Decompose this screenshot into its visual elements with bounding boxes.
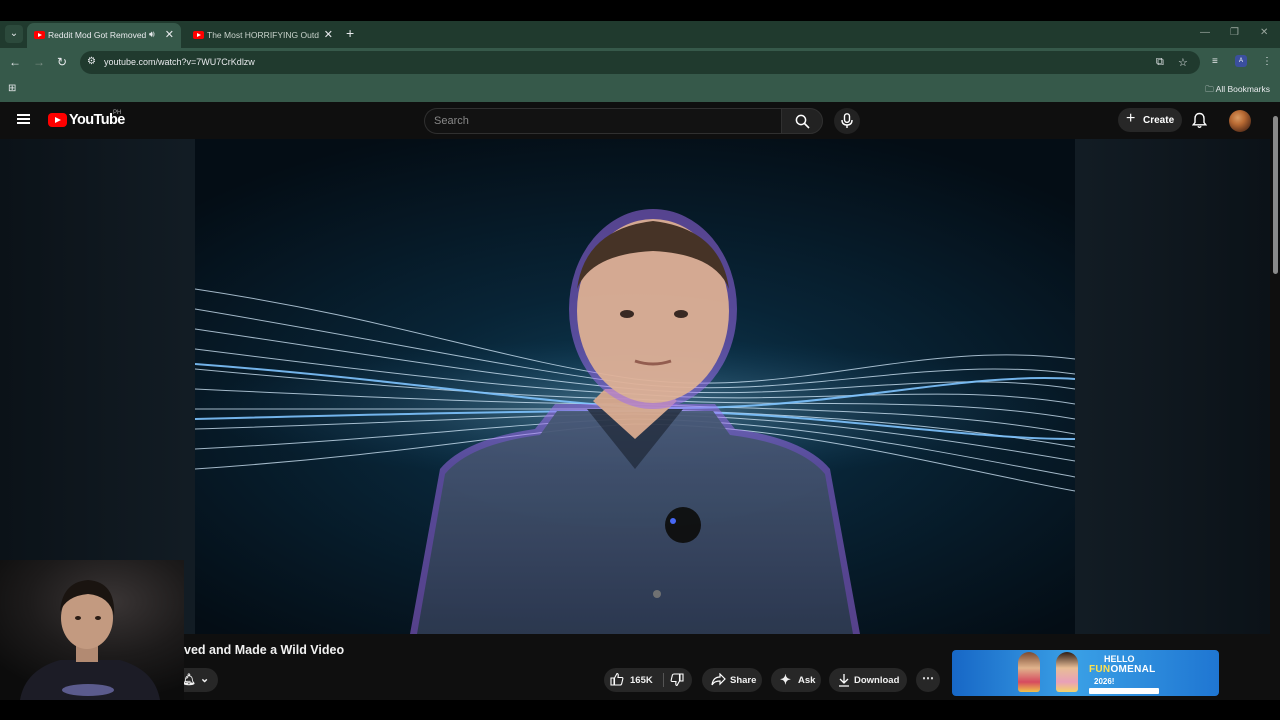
chevron-down-icon: ⌄	[200, 673, 210, 685]
video-frame	[195, 209, 1075, 634]
url-text[interactable]: youtube.com/watch?v=7WU7CrKdlzw	[104, 57, 255, 67]
video-player[interactable]	[195, 139, 1075, 634]
like-button[interactable]: 165K	[610, 672, 660, 688]
microphone-icon	[841, 113, 853, 128]
share-button[interactable]: Share	[702, 668, 762, 692]
ad-line-2: FUNOMENAL	[1089, 664, 1156, 675]
install-app-icon[interactable]: ⧉	[1156, 56, 1164, 69]
ad-banner[interactable]: HELLO FUNOMENAL 2026!	[952, 650, 1219, 696]
search-icon	[795, 114, 810, 129]
thumbs-up-icon	[610, 672, 624, 686]
bookmarks-bar: ⊞ 🗀︎ All Bookmarks	[0, 77, 1280, 102]
window-close-icon[interactable]: ✕	[1260, 27, 1268, 38]
tab-close-icon[interactable]: ✕	[324, 28, 333, 41]
all-bookmarks[interactable]: 🗀︎ All Bookmarks	[1205, 84, 1270, 98]
screen-bottom-bar	[0, 700, 1280, 720]
video-player-area	[0, 139, 1270, 634]
extension-icon[interactable]: A	[1235, 55, 1247, 67]
search-box	[424, 108, 782, 134]
youtube-play-icon	[48, 113, 67, 127]
reload-icon[interactable]: ↻	[57, 55, 67, 69]
forward-icon[interactable]: →	[33, 55, 45, 69]
masthead: YouTube PH + Create	[0, 102, 1270, 139]
ad-line-2-prefix: FUN	[1089, 664, 1111, 675]
ask-label: Ask	[798, 675, 816, 686]
like-dislike-group: 165K	[604, 668, 692, 692]
media-control-icon[interactable]: ≡	[1212, 56, 1218, 67]
download-button[interactable]: Download	[829, 668, 907, 692]
all-bookmarks-label: All Bookmarks	[1215, 84, 1270, 94]
download-icon	[838, 673, 850, 690]
like-count: 165K	[630, 675, 653, 686]
create-label: Create	[1143, 115, 1175, 126]
ad-person-image	[1018, 652, 1040, 692]
thumbs-down-icon	[670, 673, 684, 687]
ad-line-3: 2026!	[1094, 677, 1115, 686]
address-bar[interactable]: ⚙︎ youtube.com/watch?v=7WU7CrKdlzw ⧉ ☆	[80, 51, 1200, 74]
scrollbar-thumb[interactable]	[1273, 116, 1278, 274]
more-actions-button[interactable]: ⋯	[916, 668, 940, 692]
notifications-bell-icon[interactable]	[1192, 112, 1207, 129]
share-icon	[711, 672, 726, 689]
screen-top-bar	[0, 0, 1280, 21]
plus-icon: +	[1126, 110, 1136, 127]
avatar[interactable]	[1229, 110, 1251, 132]
search-button[interactable]	[781, 108, 823, 134]
tab-title: Reddit Mod Got Removed and Made a Wild V…	[48, 30, 146, 40]
like-divider	[663, 673, 664, 687]
ad-sponsor-strip	[1089, 688, 1159, 694]
webcam-overlay	[0, 560, 184, 700]
sparkle-icon: ✦	[780, 672, 791, 687]
minimize-icon[interactable]: —	[1200, 27, 1210, 38]
search-input[interactable]	[434, 114, 764, 128]
youtube-page: YouTube PH + Create	[0, 102, 1280, 700]
create-button[interactable]: + Create	[1118, 108, 1182, 132]
ad-person-image	[1056, 652, 1078, 692]
voice-search-button[interactable]	[834, 108, 860, 134]
tab-close-icon[interactable]: ✕	[165, 28, 174, 41]
ad-line-1: HELLO	[1104, 654, 1135, 664]
youtube-favicon-icon	[34, 31, 45, 39]
more-horizontal-icon: ⋯	[922, 671, 934, 685]
dislike-button[interactable]	[670, 673, 684, 690]
restore-icon[interactable]: ❐	[1230, 27, 1239, 38]
page-scrollbar[interactable]	[1270, 102, 1280, 700]
bell-icon: 🔔︎	[182, 674, 196, 686]
tab-title: The Most HORRIFYING Outdoor Stories	[207, 30, 319, 40]
browser-tab-strip: ⌄ Reddit Mod Got Removed and Made a Wild…	[0, 21, 1280, 48]
back-icon[interactable]: ←	[9, 55, 21, 69]
hamburger-menu-icon[interactable]	[17, 114, 30, 124]
tab-search-button[interactable]: ⌄	[5, 25, 23, 43]
download-label: Download	[854, 675, 900, 686]
folder-icon: 🗀︎	[1205, 84, 1214, 94]
ask-button[interactable]: ✦ Ask	[771, 668, 821, 692]
bookmark-star-icon[interactable]: ☆	[1178, 56, 1188, 69]
video-action-bar: 165K Share ✦ Ask Download ⋯	[604, 668, 944, 692]
video-title: ved and Made a Wild Video	[184, 643, 345, 657]
webcam-person	[20, 580, 160, 700]
ad-line-2-suffix: OMENAL	[1110, 664, 1156, 675]
site-info-icon[interactable]: ⚙︎	[87, 56, 96, 67]
country-code: PH	[113, 110, 122, 116]
new-tab-button[interactable]: +	[346, 25, 354, 41]
browser-toolbar: ← → ↻ ⚙︎ youtube.com/watch?v=7WU7CrKdlzw…	[0, 48, 1280, 77]
youtube-favicon-icon	[193, 31, 204, 39]
tab-inactive[interactable]: The Most HORRIFYING Outdoor Stories ✕	[186, 23, 340, 48]
more-menu-icon[interactable]: ⋮	[1262, 56, 1272, 67]
tab-active[interactable]: Reddit Mod Got Removed and Made a Wild V…	[27, 23, 181, 48]
speaker-icon[interactable]: 🔊︎	[149, 29, 155, 40]
share-label: Share	[730, 675, 757, 686]
apps-grid-icon[interactable]: ⊞	[8, 83, 16, 94]
